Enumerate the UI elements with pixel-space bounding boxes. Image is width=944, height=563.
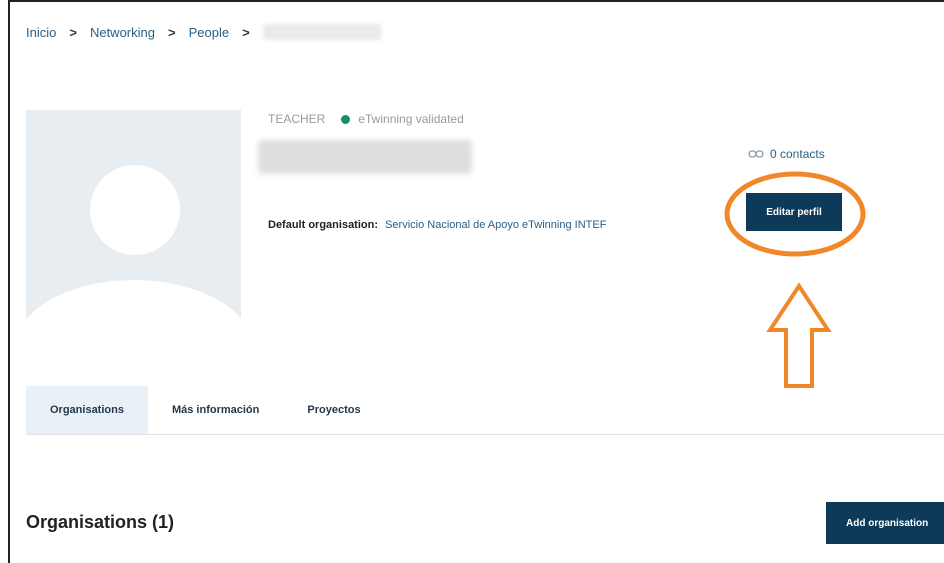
- add-organisation-button[interactable]: Add organisation: [826, 502, 944, 544]
- tab-organisations[interactable]: Organisations: [26, 386, 148, 434]
- breadcrumb-separator: >: [69, 24, 77, 40]
- validated-status-text: eTwinning validated: [358, 112, 464, 126]
- contacts-link[interactable]: 0 contacts: [748, 147, 825, 161]
- default-organisation-link[interactable]: Servicio Nacional de Apoyo eTwinning INT…: [385, 219, 606, 231]
- breadcrumb-separator: >: [167, 24, 176, 40]
- breadcrumb-inicio[interactable]: Inicio: [26, 25, 56, 40]
- profile-name-redacted: [258, 140, 472, 174]
- default-organisation: Default organisation: Servicio Nacional …: [268, 219, 606, 231]
- breadcrumb-current-redacted: [262, 24, 381, 40]
- contacts-count: 0 contacts: [770, 147, 825, 161]
- tab-mas-informacion[interactable]: Más información: [148, 386, 283, 434]
- tab-proyectos[interactable]: Proyectos: [283, 386, 384, 434]
- default-organisation-label: Default organisation:: [268, 219, 379, 231]
- profile-tabs: Organisations Más información Proyectos: [26, 386, 944, 435]
- up-arrow-annotation-icon: [766, 282, 832, 388]
- breadcrumb-networking[interactable]: Networking: [90, 25, 155, 40]
- organisations-section-title: Organisations (1): [26, 512, 175, 532]
- avatar: [26, 110, 241, 325]
- role-label: TEACHER: [268, 112, 326, 126]
- breadcrumb: Inicio > Networking > People >: [26, 22, 381, 42]
- validated-status-dot-icon: [341, 114, 351, 124]
- profile-role-line: TEACHER eTwinning validated: [268, 112, 464, 126]
- highlight-ellipse-annotation: [724, 171, 866, 257]
- avatar-head-silhouette: [90, 165, 180, 255]
- breadcrumb-people[interactable]: People: [189, 25, 229, 40]
- breadcrumb-separator: >: [242, 24, 250, 40]
- avatar-body-silhouette: [26, 280, 241, 325]
- link-icon: [748, 149, 764, 159]
